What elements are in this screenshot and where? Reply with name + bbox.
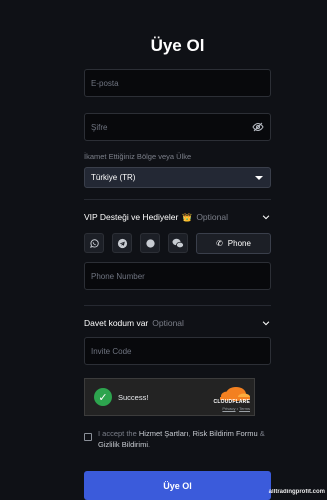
password-placeholder: Şifre xyxy=(91,122,108,132)
country-select[interactable]: Türkiye (TR) xyxy=(84,167,271,188)
divider xyxy=(84,199,271,200)
terms-agreement: I accept the Hizmet Şartları, Risk Bildi… xyxy=(84,428,271,450)
captcha-status: Success! xyxy=(118,393,149,402)
privacy-notice-link[interactable]: Gizlilik Bildirimi xyxy=(98,440,148,449)
eye-off-icon[interactable] xyxy=(252,121,264,133)
vip-section-toggle[interactable]: VIP Desteği ve Hediyeler 👑 Optional xyxy=(84,210,271,224)
crown-icon: 👑 xyxy=(182,212,193,222)
phone-number-input[interactable]: Phone Number xyxy=(84,262,271,290)
invite-code-placeholder: Invite Code xyxy=(91,346,132,356)
terms-checkbox[interactable] xyxy=(84,433,92,441)
telegram-icon xyxy=(117,238,127,248)
terms-suffix: . xyxy=(148,440,151,449)
phone-button[interactable]: ✆ Phone xyxy=(196,233,271,254)
password-input[interactable]: Şifre xyxy=(84,113,271,141)
signup-button[interactable]: Üye Ol xyxy=(84,471,271,500)
signal-button[interactable] xyxy=(140,233,160,253)
email-placeholder: E-posta xyxy=(91,78,119,88)
telegram-button[interactable] xyxy=(112,233,132,253)
cloudflare-brand: CLOUDFLARE xyxy=(213,399,250,405)
signal-icon xyxy=(145,238,155,248)
cloudflare-captcha[interactable]: ✓ Success! CLOUDFLARE Privacy • Terms xyxy=(84,378,255,416)
caret-down-icon xyxy=(255,176,263,180)
whatsapp-icon xyxy=(89,238,99,248)
phone-button-label: Phone xyxy=(227,239,251,248)
phone-icon: ✆ xyxy=(216,239,223,248)
wechat-button[interactable] xyxy=(168,233,188,253)
country-label: İkamet Ettiğiniz Bölge veya Ülke xyxy=(84,152,192,161)
terms-amp: & xyxy=(257,429,265,438)
vip-title: VIP Desteği ve Hediyeler xyxy=(84,212,179,222)
terms-prefix: I accept the xyxy=(98,429,139,438)
service-terms-link[interactable]: Hizmet Şartları xyxy=(139,429,189,438)
email-input[interactable]: E-posta xyxy=(84,69,271,97)
wechat-icon xyxy=(172,238,184,248)
terms-text: I accept the Hizmet Şartları, Risk Bildi… xyxy=(84,428,271,450)
watermark: alltradingprofit.com xyxy=(268,489,325,495)
privacy-link[interactable]: Privacy xyxy=(222,406,235,411)
divider xyxy=(84,305,271,306)
invite-title: Davet kodum var xyxy=(84,318,149,328)
country-value: Türkiye (TR) xyxy=(91,173,136,182)
whatsapp-button[interactable] xyxy=(84,233,104,253)
page-title: Üye Ol xyxy=(150,36,205,55)
link-separator: • xyxy=(236,406,239,411)
risk-form-link[interactable]: Risk Bildirim Formu xyxy=(193,429,258,438)
invite-code-input[interactable]: Invite Code xyxy=(84,337,271,365)
vip-optional-label: Optional xyxy=(196,212,228,222)
phone-number-placeholder: Phone Number xyxy=(91,271,145,281)
captcha-links: Privacy • Terms xyxy=(222,406,250,411)
success-check-icon: ✓ xyxy=(94,388,112,406)
invite-section-toggle[interactable]: Davet kodum var Optional xyxy=(84,316,271,330)
invite-optional-label: Optional xyxy=(152,318,184,328)
chevron-down-icon xyxy=(262,215,270,220)
terms-link[interactable]: Terms xyxy=(239,406,250,411)
chevron-down-icon xyxy=(262,321,270,326)
